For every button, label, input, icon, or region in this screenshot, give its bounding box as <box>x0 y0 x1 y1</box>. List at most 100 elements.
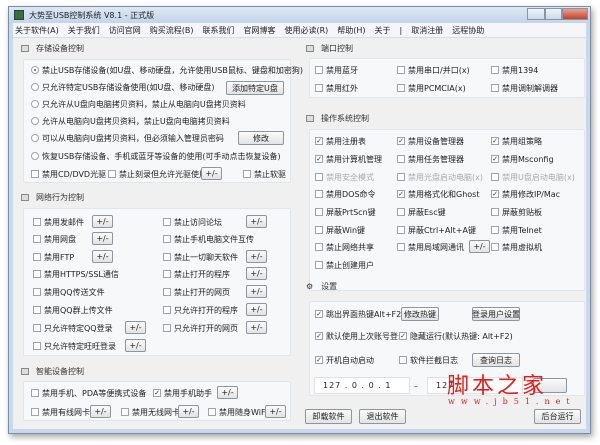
checkbox-icon[interactable] <box>208 408 216 416</box>
checkbox-icon[interactable]: ✓ <box>315 137 323 145</box>
menu-item[interactable]: 取消注册 <box>411 25 443 36</box>
modify-hotkey-button[interactable]: 修改热键 <box>401 307 439 321</box>
checkbox-icon[interactable] <box>108 170 116 178</box>
checkbox-option[interactable]: 屏蔽Win键 <box>315 225 365 235</box>
radio-icon[interactable] <box>31 66 39 74</box>
checkbox-icon[interactable] <box>315 173 323 181</box>
network-settings-button[interactable]: +/- <box>246 250 267 263</box>
checkbox-option[interactable]: 禁用任务管理器 <box>397 154 464 164</box>
radio-option[interactable]: 禁止USB存储设备(如U盘、移动硬盘，允许使用USB鼠标、键盘和加密狗) <box>31 65 303 75</box>
menu-item[interactable]: 官网博客 <box>243 25 275 36</box>
checkbox-icon[interactable] <box>163 288 171 296</box>
checkbox-icon[interactable] <box>397 173 405 181</box>
checkbox-icon[interactable]: ✓ <box>315 332 323 340</box>
checkbox-icon[interactable]: ✓ <box>399 332 407 340</box>
checkbox-icon[interactable] <box>397 226 405 234</box>
checkbox-option[interactable]: ✓ 跳出界面热键Alt+F2 <box>315 309 401 319</box>
radio-icon[interactable] <box>31 117 39 125</box>
checkbox-icon[interactable] <box>33 306 41 314</box>
checkbox-option[interactable]: 屏蔽Ctrl+Alt+A键 <box>397 225 476 235</box>
checkbox-icon[interactable] <box>397 66 405 74</box>
checkbox-icon[interactable] <box>491 84 499 92</box>
checkbox-icon[interactable] <box>315 190 323 198</box>
checkbox-option[interactable]: 禁用局域网通讯 <box>397 242 464 252</box>
checkbox-option[interactable]: 禁用DOS命令 <box>315 189 376 199</box>
network-settings-button[interactable]: +/- <box>246 285 267 298</box>
checkbox-icon[interactable] <box>491 226 499 234</box>
checkbox-icon[interactable] <box>315 66 323 74</box>
radio-icon[interactable] <box>31 134 39 142</box>
checkbox-icon[interactable] <box>31 389 39 397</box>
checkbox-option[interactable]: ✓ 禁用设备管理器 <box>397 136 464 146</box>
checkbox-option[interactable]: 只允许特定QQ登录 <box>33 323 113 333</box>
radio-icon[interactable] <box>31 83 39 91</box>
ip-start-field[interactable]: 127 . 0 . 0 . 1 <box>314 377 410 394</box>
checkbox-icon[interactable] <box>315 243 323 251</box>
checkbox-option[interactable]: 禁用CD/DVD光驱 <box>31 169 106 179</box>
checkbox-icon[interactable] <box>33 288 41 296</box>
checkbox-option[interactable]: 禁用Telnet <box>491 225 542 235</box>
checkbox-option[interactable]: ✓ 禁用注册表 <box>315 136 366 146</box>
checkbox-icon[interactable] <box>33 342 41 350</box>
checkbox-option[interactable]: 禁用手机、PDA等便携式设备 <box>31 388 146 398</box>
radio-icon[interactable] <box>31 152 39 160</box>
checkbox-icon[interactable]: ✓ <box>315 356 323 364</box>
checkbox-option[interactable]: 禁用无线网卡 <box>121 407 180 417</box>
lan-settings-button[interactable]: +/- <box>469 240 490 253</box>
checkbox-option[interactable]: 禁用U盘启动电脑(x) <box>491 172 575 182</box>
checkbox-option[interactable]: 禁用PCMCIA(x) <box>397 83 466 93</box>
close-button[interactable] <box>562 8 588 20</box>
checkbox-option[interactable]: 禁止手机电脑文件互传 <box>163 234 254 244</box>
login-user-settings-button[interactable]: 登录用户设置 <box>472 307 520 321</box>
checkbox-icon[interactable] <box>315 226 323 234</box>
checkbox-icon[interactable] <box>315 208 323 216</box>
checkbox-option[interactable]: 禁用1394 <box>491 65 538 75</box>
radio-option[interactable]: 可以从电脑向U盘拷贝资料，但必须输入管理员密码 <box>31 133 224 143</box>
checkbox-option[interactable]: 屏蔽PrtScn键 <box>315 207 376 217</box>
checkbox-option[interactable]: 禁止刻录但允许光驱使用 <box>108 169 207 179</box>
checkbox-icon[interactable] <box>399 356 407 364</box>
radio-option[interactable]: 只允许特定USB存储设备使用(如U盘、移动硬盘) <box>31 82 215 92</box>
checkbox-option[interactable]: 禁用HTTPS/SSL通信 <box>33 269 119 279</box>
smart-settings-button[interactable]: +/- <box>90 405 111 418</box>
menu-item[interactable]: 购买流程(B) <box>150 25 194 36</box>
checkbox-icon[interactable] <box>31 170 39 178</box>
checkbox-icon[interactable] <box>315 84 323 92</box>
checkbox-option[interactable]: ✓ 隐藏运行(默认热键: Alt+F2) <box>399 331 513 341</box>
checkbox-option[interactable]: 禁用QQ群上传文件 <box>33 305 113 315</box>
checkbox-option[interactable]: ✓ 禁用Msconfig <box>491 154 554 164</box>
network-settings-button[interactable]: +/- <box>92 215 113 228</box>
radio-option[interactable]: 允许从电脑向U盘拷贝资料，禁止U盘向电脑拷贝资料 <box>31 116 230 126</box>
checkbox-icon[interactable] <box>397 208 405 216</box>
radio-option[interactable]: 恢复USB存储设备、手机或蓝牙等设备的使用(可手动点击恢复设备) <box>31 151 281 161</box>
checkbox-option[interactable]: ✓ 禁用组策略 <box>491 136 542 146</box>
query-log-button[interactable]: 查询日志 <box>472 353 520 367</box>
menu-item[interactable]: 远程协助 <box>452 25 484 36</box>
checkbox-icon[interactable] <box>491 208 499 216</box>
checkbox-icon[interactable] <box>491 173 499 181</box>
checkbox-icon[interactable]: ✓ <box>397 137 405 145</box>
burn-settings-button[interactable]: +/- <box>201 167 222 180</box>
menu-item[interactable]: 访问官网 <box>109 25 141 36</box>
checkbox-option[interactable]: 禁用有线网卡 <box>31 407 90 417</box>
checkbox-icon[interactable] <box>33 235 41 243</box>
checkbox-option[interactable]: 禁止创建用户 <box>315 260 374 270</box>
checkbox-option[interactable]: 禁用FTP <box>33 252 74 262</box>
checkbox-option[interactable]: 软件拦截日志 <box>399 355 458 365</box>
checkbox-icon[interactable] <box>121 408 129 416</box>
checkbox-icon[interactable] <box>491 66 499 74</box>
checkbox-option[interactable]: ✓ 禁用手机助手 <box>153 388 212 398</box>
minimize-button[interactable] <box>527 8 545 20</box>
exit-button[interactable]: 退出软件 <box>359 409 406 424</box>
menu-item[interactable]: 关于软件(A) <box>15 25 59 36</box>
checkbox-icon[interactable] <box>33 324 41 332</box>
checkbox-icon[interactable] <box>397 243 405 251</box>
checkbox-icon[interactable]: ✓ <box>491 137 499 145</box>
checkbox-option[interactable]: 禁用红外 <box>315 83 358 93</box>
checkbox-option[interactable]: 只允许打开的网页 <box>163 323 238 333</box>
checkbox-option[interactable]: 禁止一切聊天软件 <box>163 252 238 262</box>
smart-settings-button[interactable]: +/- <box>217 386 238 399</box>
checkbox-option[interactable]: 禁止访问论坛 <box>163 217 222 227</box>
checkbox-option[interactable]: 禁止网络共享 <box>315 242 374 252</box>
network-settings-button[interactable]: +/- <box>125 321 146 334</box>
